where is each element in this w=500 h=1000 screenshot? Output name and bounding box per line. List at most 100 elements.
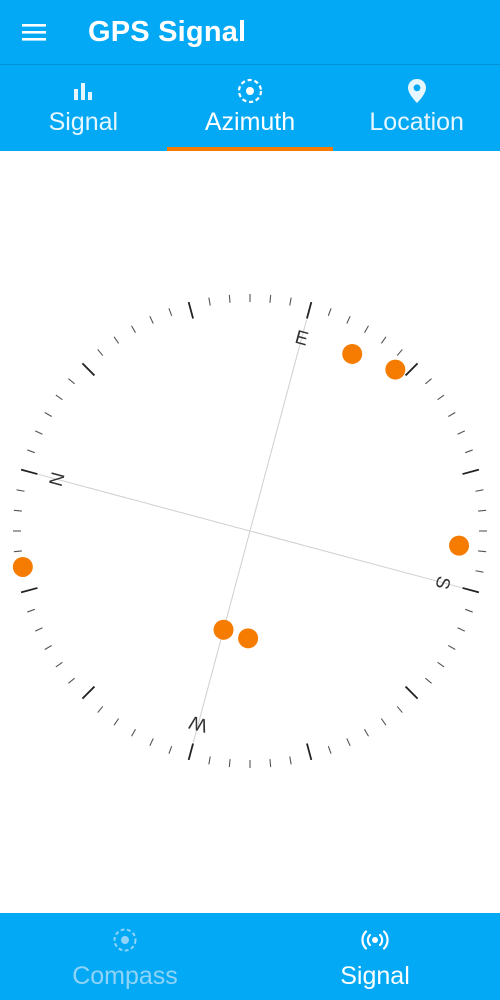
- minor-tick: [55, 661, 63, 668]
- major-tick: [404, 685, 419, 700]
- bottom-nav: Compass Signal: [0, 913, 500, 1000]
- minor-tick: [478, 509, 487, 512]
- satellite-dots: [12, 343, 470, 649]
- minor-tick: [13, 509, 22, 512]
- minor-tick: [457, 627, 466, 632]
- satellite-dot: [342, 343, 363, 364]
- minor-tick: [289, 297, 292, 306]
- minor-tick: [269, 759, 272, 768]
- minor-tick: [364, 325, 369, 333]
- minor-tick: [97, 349, 104, 356]
- major-tick: [187, 743, 194, 761]
- bottom-nav-compass-label: Compass: [72, 962, 178, 990]
- hamburger-menu-icon: [22, 24, 46, 41]
- minor-tick: [16, 489, 25, 492]
- minor-tick: [131, 729, 136, 737]
- major-tick: [187, 301, 194, 319]
- location-pin-icon: [407, 79, 426, 103]
- satellite-dot: [385, 359, 406, 380]
- major-tick: [404, 362, 419, 377]
- compass-label-east: E: [293, 327, 311, 351]
- compass-icon: [113, 928, 137, 952]
- minor-tick: [131, 325, 136, 333]
- minor-tick: [55, 394, 63, 401]
- satellite-dot: [213, 619, 234, 640]
- minor-tick: [396, 706, 403, 713]
- minor-tick: [228, 294, 231, 303]
- tab-azimuth[interactable]: Azimuth: [166, 65, 334, 152]
- minor-tick: [208, 297, 211, 306]
- bottom-nav-signal-label: Signal: [340, 962, 410, 990]
- minor-tick: [380, 718, 387, 726]
- major-tick: [462, 468, 480, 475]
- minor-tick: [346, 315, 351, 324]
- minor-tick: [475, 570, 484, 573]
- tab-azimuth-label: Azimuth: [204, 108, 296, 136]
- minor-tick: [327, 308, 332, 316]
- major-tick: [81, 685, 96, 700]
- minor-tick: [168, 308, 173, 316]
- minor-tick: [465, 608, 473, 613]
- major-tick: [81, 362, 96, 377]
- signal-broadcast-icon: [361, 930, 389, 950]
- minor-tick: [13, 550, 22, 553]
- major-tick: [306, 743, 313, 761]
- app-bar: GPS Signal: [0, 0, 500, 64]
- major-tick: [462, 587, 480, 594]
- azimuth-view: N E S W: [0, 151, 500, 913]
- minor-tick: [425, 677, 432, 684]
- minor-tick: [34, 627, 43, 632]
- compass-label-west: W: [187, 711, 210, 736]
- tab-signal-label: Signal: [48, 108, 119, 136]
- bottom-nav-compass[interactable]: Compass: [0, 913, 250, 1000]
- minor-tick: [149, 738, 154, 747]
- satellite-dot: [12, 556, 33, 577]
- minor-tick: [380, 336, 387, 344]
- azimuth-icon: [237, 78, 263, 104]
- minor-tick: [327, 746, 332, 754]
- major-tick: [20, 587, 38, 594]
- minor-tick: [44, 412, 52, 417]
- minor-tick: [448, 412, 456, 417]
- menu-button[interactable]: [14, 12, 54, 52]
- minor-tick: [228, 759, 231, 768]
- compass-label-north: N: [46, 470, 70, 489]
- satellite-dot: [238, 628, 259, 649]
- minor-tick: [364, 729, 369, 737]
- major-tick: [306, 301, 313, 319]
- satellite-dot: [449, 535, 470, 556]
- minor-tick: [113, 336, 120, 344]
- minor-tick: [44, 645, 52, 650]
- minor-tick: [289, 756, 292, 765]
- compass-dial: N E S W: [12, 294, 487, 768]
- minor-tick: [437, 661, 445, 668]
- minor-tick: [27, 449, 35, 454]
- compass-label-south: S: [430, 574, 454, 592]
- minor-tick: [68, 677, 75, 684]
- minor-tick: [68, 378, 75, 385]
- tab-location-label: Location: [369, 108, 464, 136]
- minor-tick: [27, 608, 35, 613]
- minor-tick: [475, 489, 484, 492]
- minor-tick: [168, 746, 173, 754]
- minor-tick: [34, 430, 43, 435]
- minor-tick: [346, 738, 351, 747]
- minor-tick: [113, 718, 120, 726]
- minor-tick: [149, 315, 154, 324]
- minor-tick: [269, 294, 272, 303]
- tab-bar: Signal Azimuth Location: [0, 64, 500, 152]
- compass-axes: [38, 319, 462, 743]
- tab-location[interactable]: Location: [333, 65, 500, 152]
- minor-tick: [465, 449, 473, 454]
- minor-tick: [457, 430, 466, 435]
- minor-tick: [425, 378, 432, 385]
- axis-line: [192, 319, 308, 743]
- app-title: GPS Signal: [88, 16, 247, 48]
- bottom-nav-signal[interactable]: Signal: [250, 913, 500, 1000]
- minor-tick: [208, 756, 211, 765]
- minor-tick: [437, 394, 445, 401]
- minor-tick: [448, 645, 456, 650]
- bar-chart-icon: [74, 83, 93, 100]
- minor-tick: [396, 349, 403, 356]
- tab-signal[interactable]: Signal: [0, 65, 167, 152]
